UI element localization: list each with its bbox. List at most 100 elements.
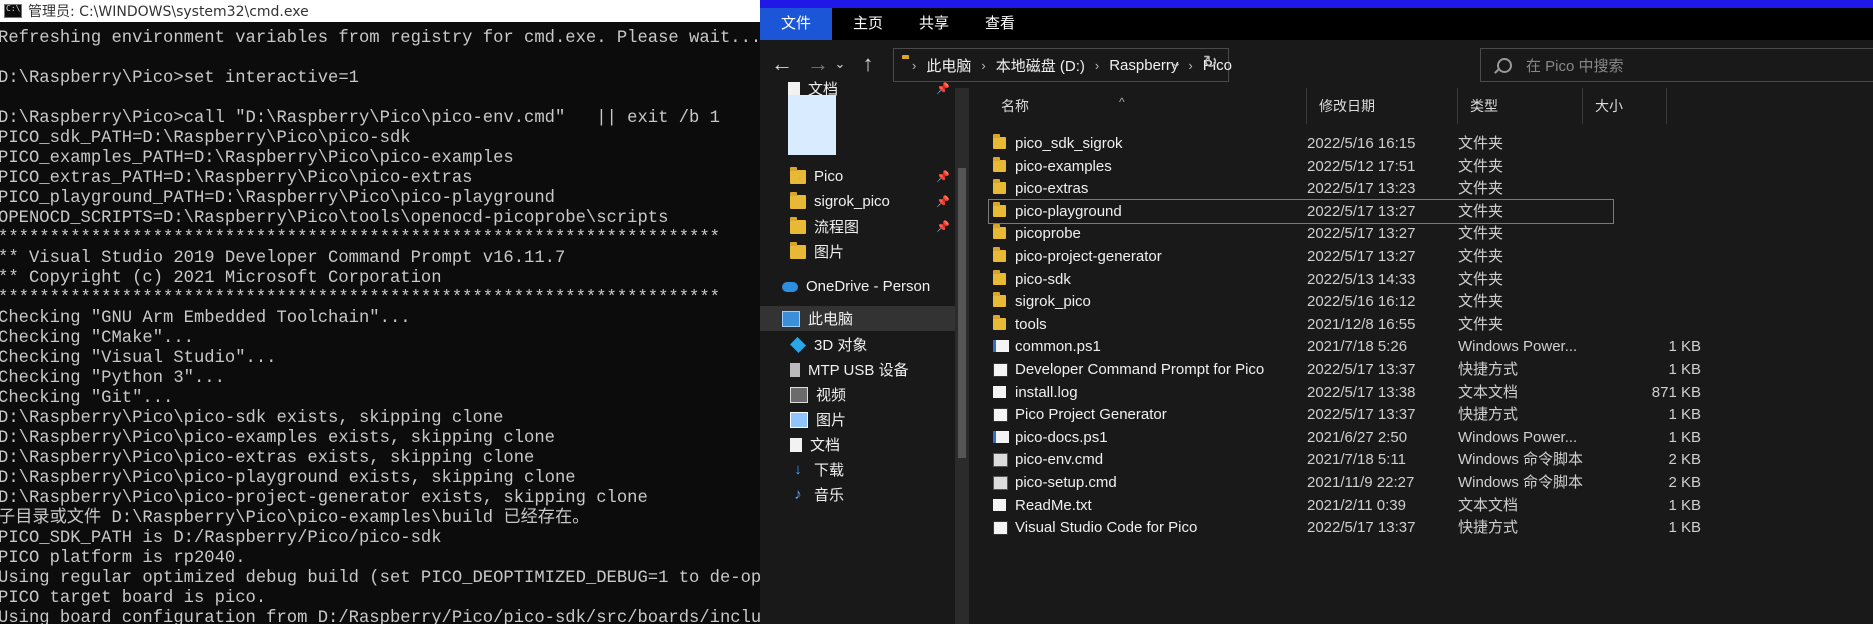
nav-item-label: OneDrive - Person xyxy=(806,278,931,295)
console-line: D:\Raspberry\Pico\pico-extras exists, sk… xyxy=(0,449,535,468)
file-row[interactable]: pico-playground 2022/5/17 13:27 文件夹 xyxy=(988,198,1614,224)
nav-item[interactable]: 3D 对象 xyxy=(760,332,955,357)
file-type: Windows Power... xyxy=(1458,338,1578,356)
nav-item[interactable]: sigrok_pico xyxy=(760,189,955,214)
file-row[interactable]: pico-env.cmd 2021/7/18 5:11 Windows 命令脚本 2 … xyxy=(969,448,1849,471)
refresh-icon[interactable]: ↻ xyxy=(1203,52,1218,73)
nav-item[interactable]: 文档 xyxy=(760,432,955,457)
file-name: pico-sdk xyxy=(1015,270,1071,288)
breadcrumb-drive-d[interactable]: 本地磁盘 (D:) xyxy=(996,55,1085,76)
pin-icon[interactable]: 📌 xyxy=(936,195,950,208)
file-type: 文件夹 xyxy=(1458,157,1504,175)
cmd-window[interactable]: 管理员: C:\WINDOWS\system32\cmd.exe Refresh… xyxy=(0,0,760,624)
pin-icon[interactable]: 📌 xyxy=(936,220,950,233)
folder-icon xyxy=(790,191,806,209)
nav-item[interactable]: ↓ 下载 xyxy=(760,457,955,482)
file-row[interactable]: pico-sdk 2022/5/13 14:33 文件夹 xyxy=(969,268,1849,291)
address-dropdown-icon[interactable]: ⌄ xyxy=(1170,54,1182,71)
file-row[interactable]: ReadMe.txt 2021/2/11 0:39 文本文档 1 KB xyxy=(969,494,1849,517)
nav-item[interactable]: 图片 xyxy=(760,407,955,432)
file-row[interactable]: tools 2021/12/8 16:55 文件夹 xyxy=(969,313,1849,336)
console-line: D:\Raspberry\Pico>call "D:\Raspberry\Pic… xyxy=(0,109,720,128)
navigation-scrollbar[interactable] xyxy=(955,88,969,624)
console-line: OPENOCD_SCRIPTS=D:\Raspberry\Pico\tools\… xyxy=(0,209,669,228)
file-row[interactable]: Developer Command Prompt for Pico 2022/5/… xyxy=(969,358,1849,381)
file-row[interactable]: pico-docs.ps1 2021/6/27 2:50 Windows Power… xyxy=(969,426,1849,449)
file-date: 2022/5/17 13:27 xyxy=(1307,225,1416,243)
file-row[interactable]: pico_sdk_sigrok 2022/5/16 16:15 文件夹 xyxy=(969,132,1849,155)
file-row[interactable]: sigrok_pico 2022/5/16 16:12 文件夹 xyxy=(969,290,1849,313)
console-line: Using board configuration from D:/Raspbe… xyxy=(0,609,760,624)
console-line: PICO platform is rp2040. xyxy=(0,549,246,568)
nav-item[interactable]: ♪ 音乐 xyxy=(760,482,955,507)
file-list[interactable]: 名称 ^ 修改日期 类型 大小 pico_sdk_sigrok 2022/5/16… xyxy=(969,88,1873,624)
nav-item[interactable]: 流程图 xyxy=(760,214,955,239)
file-size: 1 KB xyxy=(1668,406,1701,424)
back-arrow-icon[interactable]: ← xyxy=(768,50,796,78)
navigation-pane[interactable]: 文档 📌 Pico 📌 sigrok_pico 📌 流程图 📌 图片 OneDrive - Per… xyxy=(760,81,955,624)
console-line: Checking "Python 3"... xyxy=(0,369,225,388)
file-name: pico-docs.ps1 xyxy=(1015,428,1108,446)
column-size[interactable]: 大小 xyxy=(1583,88,1667,124)
file-name: pico-examples xyxy=(1015,157,1112,175)
file-row[interactable]: Visual Studio Code for Pico 2022/5/17 13:… xyxy=(969,516,1849,539)
console-line: PICO_playground_PATH=D:\Raspberry\Pico\p… xyxy=(0,189,555,208)
file-type: Windows Power... xyxy=(1458,428,1578,446)
nav-item-label: 图片 xyxy=(814,244,845,261)
onedrive-icon xyxy=(782,281,798,292)
nav-item[interactable]: 此电脑 xyxy=(760,306,955,331)
file-row[interactable]: pico-extras 2022/5/17 13:23 文件夹 xyxy=(969,177,1849,200)
file-list-scrollbar[interactable] xyxy=(1849,88,1873,624)
file-row[interactable]: Pico Project Generator 2022/5/17 13:37 快捷方… xyxy=(969,403,1849,426)
recent-locations-chevron-icon[interactable]: ⌄ xyxy=(832,50,848,78)
file-row[interactable]: pico-examples 2022/5/12 17:51 文件夹 xyxy=(969,155,1849,178)
nav-item[interactable]: 视频 xyxy=(760,382,955,407)
chevron-right-icon: › xyxy=(1094,57,1100,73)
file-date: 2022/5/17 13:27 xyxy=(1307,248,1416,265)
file-row[interactable]: pico-setup.cmd 2021/11/9 22:27 Windows 命令脚… xyxy=(969,471,1849,494)
column-type[interactable]: 类型 xyxy=(1458,88,1583,124)
file-date: 2022/5/16 16:15 xyxy=(1307,135,1416,152)
column-date[interactable]: 修改日期 xyxy=(1307,88,1458,124)
file-name: common.ps1 xyxy=(1015,338,1101,356)
cmd-script-icon xyxy=(993,453,1008,468)
file-explorer-window[interactable]: 文件 主页 共享 查看 ← → ⌄ ↑ › 此电脑 › 本地磁盘 (D:) › … xyxy=(760,0,1873,624)
tab-view[interactable]: 查看 xyxy=(968,8,1032,40)
nav-item[interactable]: MTP USB 设备 xyxy=(760,357,955,382)
search-box[interactable]: 在 Pico 中搜索 xyxy=(1480,48,1873,82)
pin-icon[interactable]: 📌 xyxy=(936,82,950,95)
console-line: ** Visual Studio 2019 Developer Command … xyxy=(0,249,566,268)
column-header-row: 名称 ^ 修改日期 类型 大小 xyxy=(969,88,1849,124)
file-type: 文件夹 xyxy=(1458,202,1504,220)
scrollbar-thumb[interactable] xyxy=(958,168,966,458)
file-row[interactable]: pico-project-generator 2022/5/17 13:27 文件夹 xyxy=(969,245,1849,268)
nav-item[interactable]: 图片 xyxy=(760,239,955,264)
file-row[interactable]: picoprobe 2022/5/17 13:27 文件夹 xyxy=(969,222,1849,245)
nav-item[interactable]: Pico xyxy=(760,164,955,189)
breadcrumb-this-pc[interactable]: 此电脑 xyxy=(926,55,971,76)
file-type: 文件夹 xyxy=(1458,135,1504,152)
pictures-icon xyxy=(790,411,808,428)
console-line: D:\Raspberry\Pico\pico-playground exists… xyxy=(0,469,576,488)
pin-icon[interactable]: 📌 xyxy=(936,170,950,183)
cmd-console-output[interactable]: Refreshing environment variables from re… xyxy=(0,29,760,624)
file-date: 2022/5/17 13:37 xyxy=(1307,406,1416,424)
nav-item-label: Pico xyxy=(814,168,844,185)
folder-icon xyxy=(993,292,1006,308)
column-name[interactable]: 名称 ^ xyxy=(969,88,1307,124)
file-row[interactable]: common.ps1 2021/7/18 5:26 Windows Power...… xyxy=(969,335,1849,358)
up-arrow-icon[interactable]: ↑ xyxy=(854,50,882,78)
tab-file[interactable]: 文件 xyxy=(760,8,832,40)
file-name: ReadMe.txt xyxy=(1015,496,1092,514)
breadcrumb-raspberry[interactable]: Raspberry xyxy=(1109,57,1178,74)
cmd-title-bar[interactable]: 管理员: C:\WINDOWS\system32\cmd.exe xyxy=(0,0,760,22)
ribbon-accent-bar xyxy=(760,0,1873,8)
forward-arrow-icon[interactable]: → xyxy=(804,50,832,78)
file-name: install.log xyxy=(1015,383,1078,401)
file-type: Windows 命令脚本 xyxy=(1458,474,1584,491)
tab-share[interactable]: 共享 xyxy=(902,8,966,40)
file-row[interactable]: install.log 2022/5/17 13:38 文本文档 871 KB xyxy=(969,381,1849,404)
nav-item[interactable]: OneDrive - Person xyxy=(760,274,955,299)
tab-home[interactable]: 主页 xyxy=(836,8,900,40)
file-type: 快捷方式 xyxy=(1458,519,1519,537)
